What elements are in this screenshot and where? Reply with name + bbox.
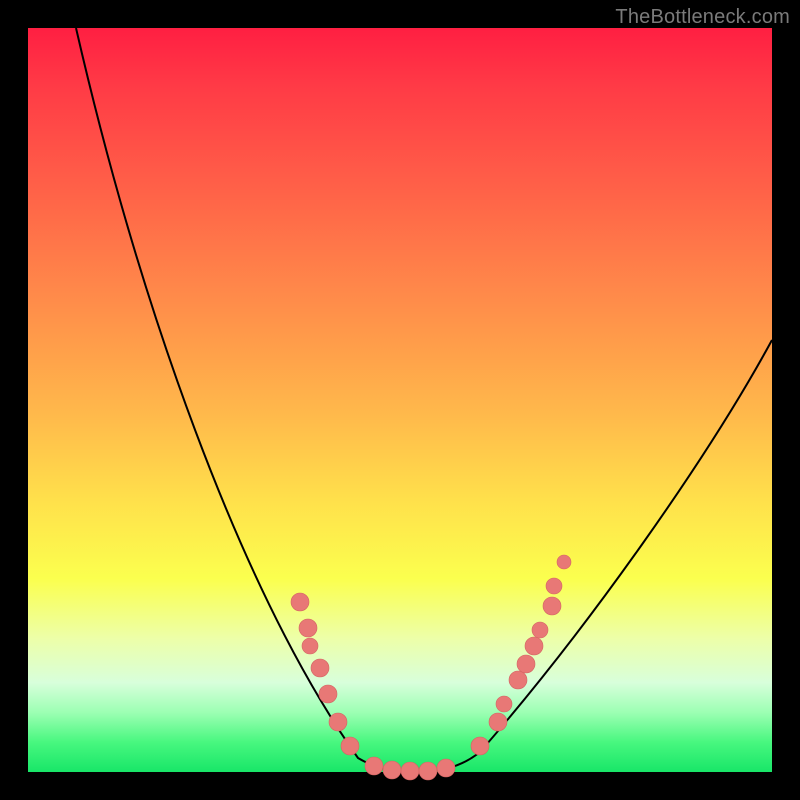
data-point	[319, 685, 337, 703]
data-point	[509, 671, 527, 689]
data-point	[401, 762, 419, 780]
data-point	[489, 713, 507, 731]
chart-frame: TheBottleneck.com	[0, 0, 800, 800]
data-point	[329, 713, 347, 731]
data-point	[517, 655, 535, 673]
data-point	[532, 622, 548, 638]
data-point	[437, 759, 455, 777]
dot-group	[291, 555, 571, 780]
data-point	[302, 638, 318, 654]
plot-area	[28, 28, 772, 772]
data-point	[419, 762, 437, 780]
left-curve	[76, 28, 416, 772]
data-point	[365, 757, 383, 775]
curve-group	[76, 28, 772, 772]
data-point	[471, 737, 489, 755]
data-point	[291, 593, 309, 611]
right-curve	[416, 340, 772, 772]
watermark-text: TheBottleneck.com	[615, 6, 790, 29]
data-point	[341, 737, 359, 755]
data-point	[383, 761, 401, 779]
chart-svg	[28, 28, 772, 772]
data-point	[525, 637, 543, 655]
data-point	[299, 619, 317, 637]
data-point	[311, 659, 329, 677]
data-point	[496, 696, 512, 712]
data-point	[557, 555, 571, 569]
data-point	[543, 597, 561, 615]
data-point	[546, 578, 562, 594]
